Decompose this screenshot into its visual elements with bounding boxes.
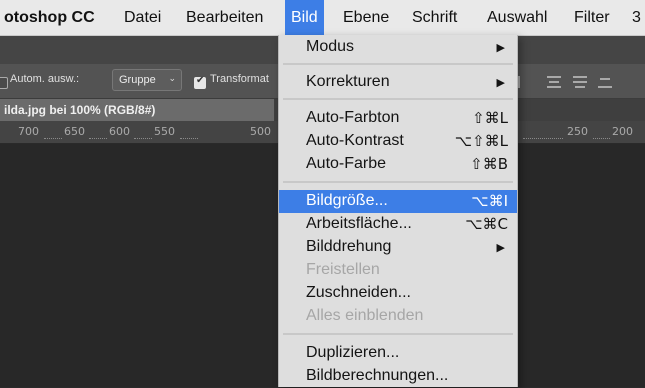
menu-item-label: Duplizieren...	[306, 344, 400, 361]
menu-bar: otoshop CC Datei Bearbeiten Bild Ebene S…	[0, 0, 645, 36]
menu-item-label: Alles einblenden	[306, 307, 424, 324]
align-edges-icon[interactable]	[518, 75, 532, 88]
menu-separator	[283, 181, 513, 183]
transform-controls-label: Transformat	[210, 73, 269, 85]
menu-item-label: Modus	[306, 38, 355, 55]
menu-bild[interactable]: Bild	[285, 0, 324, 35]
menu-item-auto-kontrast[interactable]: Auto-Kontrast ⌥⇧⌘L	[279, 130, 517, 153]
ruler-tick: 250	[567, 125, 588, 138]
ruler-tick: 550	[154, 125, 175, 138]
menu-separator	[283, 98, 513, 100]
menu-item-label: Auto-Kontrast	[306, 132, 404, 149]
menu-item-shortcut: ⌥⌘C	[465, 215, 508, 233]
auto-select-label: Autom. ausw.:	[10, 73, 80, 85]
menu-schrift[interactable]: Schrift	[412, 0, 457, 35]
menu-item-bildgroesse[interactable]: Bildgröße... ⌥⌘I	[279, 190, 517, 213]
menu-separator	[283, 63, 513, 65]
ruler-minor-ticks	[89, 138, 107, 140]
menu-item-label: Auto-Farbton	[306, 109, 400, 126]
menu-item-zuschneiden[interactable]: Zuschneiden...	[279, 282, 517, 305]
menu-item-label: Zuschneiden...	[306, 284, 411, 301]
menu-item-shortcut: ⇧⌘L	[472, 109, 508, 127]
ruler-minor-ticks	[523, 138, 563, 140]
transform-controls-checkbox[interactable]	[194, 75, 206, 89]
ruler-minor-ticks	[593, 138, 610, 140]
menu-ebene[interactable]: Ebene	[343, 0, 389, 35]
menu-item-modus[interactable]: Modus ▶	[279, 36, 517, 59]
menu-item-label: Bilddrehung	[306, 238, 392, 255]
ruler-minor-ticks	[44, 138, 62, 140]
menu-item-arbeitsflaeche[interactable]: Arbeitsfläche... ⌥⌘C	[279, 213, 517, 236]
ruler-minor-ticks	[180, 138, 198, 140]
menu-item-korrekturen[interactable]: Korrekturen ▶	[279, 71, 517, 94]
menu-auswahl[interactable]: Auswahl	[487, 0, 547, 35]
menu-separator	[283, 333, 513, 335]
menu-datei[interactable]: Datei	[124, 0, 161, 35]
menu-item-bildberechnungen[interactable]: Bildberechnungen...	[279, 365, 517, 388]
auto-select-checkbox[interactable]	[0, 77, 8, 89]
menu-item-shortcut: ⌥⌘I	[471, 192, 508, 210]
submenu-arrow-icon: ▶	[496, 76, 505, 89]
group-dropdown[interactable]: Gruppe ⌄	[112, 69, 182, 91]
menu-item-label: Arbeitsfläche...	[306, 215, 412, 232]
menu-bearbeiten[interactable]: Bearbeiten	[186, 0, 263, 35]
menu-filter[interactable]: Filter	[574, 0, 610, 35]
menu-item-freistellen: Freistellen	[279, 259, 517, 282]
menu-item-duplizieren[interactable]: Duplizieren...	[279, 342, 517, 365]
menu-item-label: Bildgröße...	[306, 192, 388, 209]
bild-menu: Modus ▶ Korrekturen ▶ Auto-Farbton ⇧⌘L A…	[278, 35, 518, 387]
menu-3d[interactable]: 3	[632, 0, 641, 35]
menu-item-bilddrehung[interactable]: Bilddrehung ▶	[279, 236, 517, 259]
ruler-tick: 500	[250, 125, 271, 138]
menu-item-label: Auto-Farbe	[306, 155, 387, 172]
menu-item-shortcut: ⌥⇧⌘L	[454, 132, 508, 150]
ruler-tick: 700	[18, 125, 39, 138]
ruler-tick: 650	[64, 125, 85, 138]
submenu-arrow-icon: ▶	[496, 41, 505, 54]
chevron-down-icon: ⌄	[168, 74, 176, 84]
ruler-tick: 200	[612, 125, 633, 138]
group-dropdown-value: Gruppe	[119, 74, 156, 86]
menu-app[interactable]: otoshop CC	[4, 0, 95, 35]
menu-item-label: Korrekturen	[306, 73, 390, 90]
ruler-tick: 600	[109, 125, 130, 138]
ruler-minor-ticks	[134, 138, 152, 140]
menu-item-alles-einblenden: Alles einblenden	[279, 305, 517, 328]
menu-item-label: Bildberechnungen...	[306, 367, 449, 384]
align-top-icon[interactable]	[547, 75, 561, 88]
menu-item-auto-farbton[interactable]: Auto-Farbton ⇧⌘L	[279, 107, 517, 130]
menu-item-shortcut: ⇧⌘B	[470, 155, 508, 173]
menu-item-label: Freistellen	[306, 261, 380, 278]
align-middle-icon[interactable]	[573, 75, 587, 88]
align-bottom-icon[interactable]	[598, 75, 612, 88]
submenu-arrow-icon: ▶	[496, 241, 505, 254]
document-tab[interactable]: ilda.jpg bei 100% (RGB/8#)	[0, 99, 274, 121]
menu-item-auto-farbe[interactable]: Auto-Farbe ⇧⌘B	[279, 153, 517, 176]
document-tab-title: ilda.jpg bei 100% (RGB/8#)	[4, 103, 156, 117]
